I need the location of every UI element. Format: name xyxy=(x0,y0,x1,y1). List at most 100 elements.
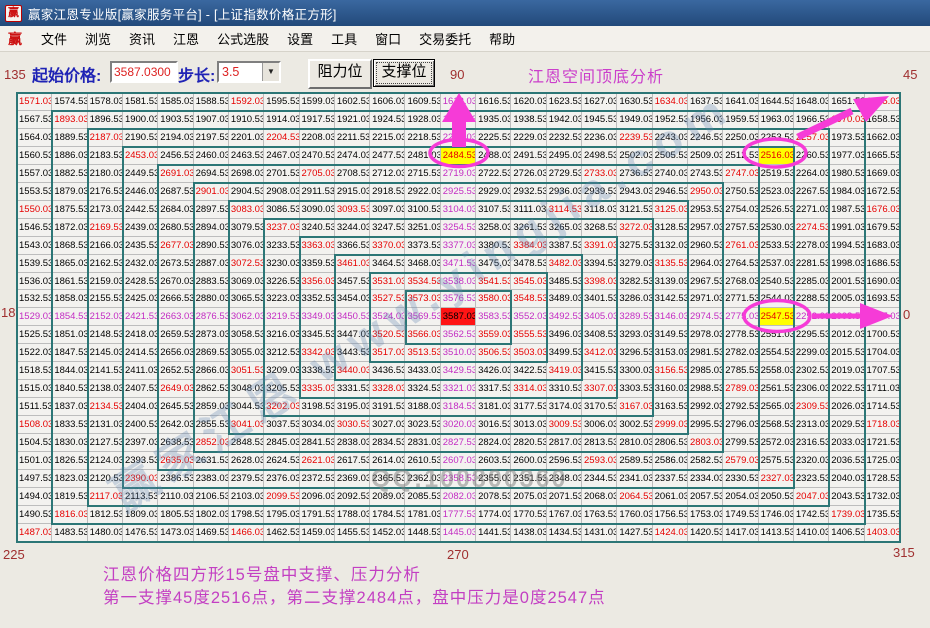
grid-cell[interactable]: 2208.03 xyxy=(300,129,335,147)
grid-cell[interactable]: 2747.03 xyxy=(723,165,758,183)
grid-cell[interactable]: 2292.03 xyxy=(794,308,829,326)
grid-cell[interactable]: 1473.03 xyxy=(158,524,193,542)
grid-cell[interactable]: 2239.53 xyxy=(617,129,652,147)
grid-cell[interactable]: 1420.53 xyxy=(688,524,723,542)
grid-cell[interactable]: 1455.53 xyxy=(335,524,370,542)
grid-cell[interactable]: 2145.03 xyxy=(88,344,123,362)
grid-cell[interactable]: 3170.53 xyxy=(582,398,617,416)
grid-cell[interactable]: 2355.03 xyxy=(476,470,511,488)
grid-cell[interactable]: 2897.53 xyxy=(194,201,229,219)
grid-cell[interactable]: 2988.53 xyxy=(688,380,723,398)
grid-cell[interactable]: 2757.53 xyxy=(723,219,758,237)
grid-cell[interactable]: 2554.53 xyxy=(759,344,794,362)
grid-cell[interactable]: 3384.03 xyxy=(511,237,546,255)
grid-cell[interactable]: 2614.03 xyxy=(370,452,405,470)
grid-cell[interactable]: 1861.53 xyxy=(52,273,87,291)
grid-cell[interactable]: 2250.03 xyxy=(723,129,758,147)
menu-item-4[interactable]: 公式选股 xyxy=(208,29,278,48)
grid-cell[interactable]: 3331.53 xyxy=(335,380,370,398)
grid-cell[interactable]: 2418.03 xyxy=(123,326,158,344)
grid-cell[interactable]: 1924.53 xyxy=(370,111,405,129)
grid-cell[interactable]: 3443.53 xyxy=(335,344,370,362)
grid-cell[interactable]: 2187.03 xyxy=(88,129,123,147)
grid-cell[interactable]: 2932.53 xyxy=(511,183,546,201)
grid-cell[interactable]: 3293.03 xyxy=(617,326,652,344)
grid-cell[interactable]: 1847.53 xyxy=(52,344,87,362)
start-price-input[interactable] xyxy=(110,61,178,83)
grid-cell[interactable]: 3247.53 xyxy=(370,219,405,237)
grid-cell[interactable]: 1949.03 xyxy=(617,111,652,129)
grid-cell[interactable]: 2439.03 xyxy=(123,219,158,237)
grid-cell[interactable]: 2393.53 xyxy=(123,452,158,470)
grid-cell[interactable]: 3387.53 xyxy=(547,237,582,255)
grid-cell[interactable]: 1634.03 xyxy=(653,93,688,111)
grid-cell[interactable]: 1403.03 xyxy=(865,524,900,542)
grid-cell[interactable]: 2845.03 xyxy=(264,434,299,452)
grid-cell[interactable]: 2526.53 xyxy=(759,201,794,219)
grid-cell[interactable]: 2365.53 xyxy=(370,470,405,488)
grid-cell[interactable]: 1588.53 xyxy=(194,93,229,111)
grid-cell[interactable]: 3223.03 xyxy=(264,290,299,308)
grid-cell[interactable]: 1959.53 xyxy=(723,111,758,129)
grid-cell[interactable]: 1998.03 xyxy=(829,255,864,273)
grid-cell[interactable]: 1875.53 xyxy=(52,201,87,219)
grid-cell[interactable]: 2750.53 xyxy=(723,183,758,201)
grid-cell[interactable]: 3314.03 xyxy=(511,380,546,398)
grid-cell[interactable]: 2855.53 xyxy=(194,416,229,434)
grid-cell[interactable]: 2663.03 xyxy=(158,308,193,326)
grid-cell[interactable]: 1644.53 xyxy=(759,93,794,111)
grid-cell[interactable]: 2372.53 xyxy=(300,470,335,488)
grid-cell[interactable]: 1658.53 xyxy=(865,111,900,129)
grid-cell[interactable]: 2551.03 xyxy=(759,326,794,344)
grid-cell[interactable]: 2939.53 xyxy=(582,183,617,201)
grid-cell[interactable]: 1984.03 xyxy=(829,183,864,201)
grid-cell[interactable]: 2946.53 xyxy=(653,183,688,201)
grid-cell[interactable]: 3104.03 xyxy=(441,201,476,219)
grid-cell[interactable]: 2736.53 xyxy=(617,165,652,183)
grid-cell[interactable]: 2911.53 xyxy=(300,183,335,201)
grid-cell[interactable]: 1462.53 xyxy=(264,524,299,542)
grid-cell[interactable]: 2519.53 xyxy=(759,165,794,183)
grid-cell[interactable]: 3282.53 xyxy=(617,273,652,291)
grid-cell[interactable]: 2267.53 xyxy=(794,183,829,201)
menu-item-9[interactable]: 帮助 xyxy=(480,29,524,48)
grid-cell[interactable]: 2190.53 xyxy=(123,129,158,147)
grid-cell[interactable]: 3163.53 xyxy=(653,398,688,416)
grid-cell[interactable]: 2705.03 xyxy=(300,165,335,183)
grid-cell[interactable]: 1669.03 xyxy=(865,165,900,183)
grid-cell[interactable]: 2652.53 xyxy=(158,362,193,380)
grid-cell[interactable]: 2568.53 xyxy=(759,416,794,434)
grid-cell[interactable]: 2309.53 xyxy=(794,398,829,416)
grid-cell[interactable]: 3079.53 xyxy=(229,219,264,237)
grid-cell[interactable]: 2029.53 xyxy=(829,416,864,434)
grid-cell[interactable]: 2040.03 xyxy=(829,470,864,488)
grid-cell[interactable]: 2012.03 xyxy=(829,326,864,344)
grid-cell[interactable]: 3167.03 xyxy=(617,398,652,416)
grid-cell[interactable]: 3254.53 xyxy=(441,219,476,237)
grid-cell[interactable]: 3023.53 xyxy=(405,416,440,434)
grid-cell[interactable]: 1469.53 xyxy=(194,524,229,542)
grid-cell[interactable]: 1767.03 xyxy=(547,506,582,524)
grid-cell[interactable]: 2502.03 xyxy=(617,147,652,165)
grid-cell[interactable]: 3534.53 xyxy=(405,273,440,291)
grid-cell[interactable]: 2036.53 xyxy=(829,452,864,470)
grid-cell[interactable]: 3195.03 xyxy=(335,398,370,416)
grid-cell[interactable]: 3321.03 xyxy=(441,380,476,398)
grid-cell[interactable]: 2127.53 xyxy=(88,434,123,452)
grid-cell[interactable]: 1809.03 xyxy=(123,506,158,524)
grid-cell[interactable]: 3132.03 xyxy=(653,237,688,255)
grid-cell[interactable]: 2621.03 xyxy=(300,452,335,470)
grid-cell[interactable]: 1760.03 xyxy=(617,506,652,524)
grid-cell[interactable]: 2218.53 xyxy=(405,129,440,147)
grid-cell[interactable]: 2540.53 xyxy=(759,273,794,291)
grid-cell[interactable]: 1441.53 xyxy=(476,524,511,542)
grid-cell[interactable]: 2586.03 xyxy=(653,452,688,470)
grid-cell[interactable]: 3037.53 xyxy=(264,416,299,434)
grid-cell[interactable]: 2215.03 xyxy=(370,129,405,147)
grid-cell[interactable]: 1487.03 xyxy=(17,524,52,542)
grid-cell[interactable]: 2831.03 xyxy=(405,434,440,452)
grid-cell[interactable]: 2792.53 xyxy=(723,398,758,416)
grid-cell[interactable]: 2985.03 xyxy=(688,362,723,380)
grid-cell[interactable]: 2495.03 xyxy=(547,147,582,165)
grid-cell[interactable]: 3184.53 xyxy=(441,398,476,416)
